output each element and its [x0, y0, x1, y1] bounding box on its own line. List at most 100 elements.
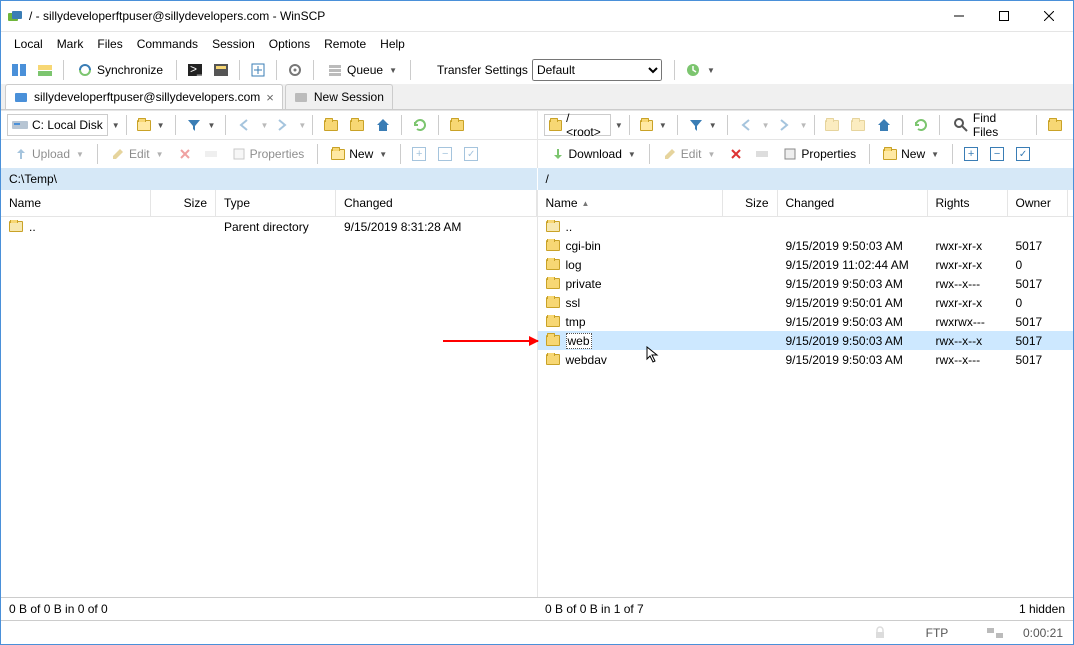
- find-files-button[interactable]: Find Files: [946, 113, 1030, 137]
- remote-nav-toolbar: / <root> ▼ ▼ ▼ ▼ ▼ Find Files: [537, 111, 1074, 139]
- menu-session[interactable]: Session: [205, 34, 262, 54]
- new-session-tab[interactable]: New Session: [285, 84, 393, 109]
- remote-col-changed[interactable]: Changed: [778, 190, 928, 216]
- pageant-button[interactable]: [209, 58, 233, 82]
- remote-check[interactable]: ✓: [1011, 142, 1035, 166]
- local-disk-combo[interactable]: C: Local Disk: [7, 114, 108, 136]
- remote-new-button[interactable]: New▼: [876, 142, 946, 166]
- download-button[interactable]: Download▼: [544, 142, 643, 166]
- remote-parent[interactable]: [820, 113, 844, 137]
- local-open-folder[interactable]: ▼: [133, 113, 169, 137]
- local-bookmark[interactable]: [445, 113, 469, 137]
- toggle-auto-button[interactable]: ▼: [681, 58, 719, 82]
- remote-delete-button[interactable]: [724, 142, 748, 166]
- local-properties-button[interactable]: Properties: [225, 142, 312, 166]
- remote-back[interactable]: [734, 113, 758, 137]
- local-home[interactable]: [371, 113, 395, 137]
- new-session-button[interactable]: [246, 58, 270, 82]
- local-rename-button[interactable]: [199, 142, 223, 166]
- session-tab-active[interactable]: sillydeveloperftpuser@sillydevelopers.co…: [5, 84, 283, 109]
- transfer-settings-select[interactable]: Default: [532, 59, 662, 81]
- menu-options[interactable]: Options: [262, 34, 317, 54]
- local-col-size[interactable]: Size: [151, 190, 216, 216]
- list-item[interactable]: ..: [538, 217, 1074, 236]
- remote-minus[interactable]: −: [985, 142, 1009, 166]
- remote-forward[interactable]: [772, 113, 796, 137]
- remote-refresh[interactable]: [909, 113, 933, 137]
- local-forward[interactable]: [270, 113, 294, 137]
- local-edit-button[interactable]: Edit▼: [104, 142, 171, 166]
- local-new-button[interactable]: New▼: [324, 142, 394, 166]
- local-col-name[interactable]: Name: [1, 190, 151, 216]
- local-delete-button[interactable]: [173, 142, 197, 166]
- close-button[interactable]: [1026, 2, 1071, 31]
- menu-mark[interactable]: Mark: [50, 34, 91, 54]
- synchronize-button[interactable]: Synchronize: [70, 58, 170, 82]
- close-tab-icon[interactable]: ×: [266, 90, 274, 105]
- local-col-changed[interactable]: Changed: [336, 190, 537, 216]
- statusbar: FTP 0:00:21: [1, 620, 1073, 644]
- folder-icon: [546, 221, 560, 232]
- home-icon: [876, 117, 892, 133]
- remote-bookmark[interactable]: [1043, 113, 1067, 137]
- local-pane: Name Size Type Changed ..Parent director…: [1, 190, 538, 597]
- file-name: web: [566, 333, 592, 349]
- local-back[interactable]: [232, 113, 256, 137]
- list-item[interactable]: private9/15/2019 9:50:03 AMrwx--x---5017: [538, 274, 1074, 293]
- chevron-down-icon: ▼: [707, 66, 715, 75]
- delete-icon: [729, 147, 743, 161]
- list-item[interactable]: ssl9/15/2019 9:50:01 AMrwxr-xr-x0: [538, 293, 1074, 312]
- menu-commands[interactable]: Commands: [130, 34, 205, 54]
- list-item[interactable]: ..Parent directory9/15/2019 8:31:28 AM: [1, 217, 537, 236]
- remote-plus[interactable]: +: [959, 142, 983, 166]
- local-footer: 0 B of 0 B in 0 of 0: [1, 598, 537, 620]
- remote-path[interactable]: /: [538, 168, 1074, 190]
- lock-icon: [873, 626, 887, 640]
- local-col-type[interactable]: Type: [216, 190, 336, 216]
- remote-root-btn[interactable]: [846, 113, 870, 137]
- local-parent[interactable]: [319, 113, 343, 137]
- minimize-button[interactable]: [936, 2, 981, 31]
- local-nav-toolbar: C: Local Disk ▼ ▼ ▼ ▼ ▼: [1, 111, 537, 139]
- preferences-button[interactable]: [283, 58, 307, 82]
- menu-help[interactable]: Help: [373, 34, 412, 54]
- remote-pane: Name▲ Size Changed Rights Owner ..cgi-bi…: [538, 190, 1074, 597]
- list-item[interactable]: log9/15/2019 11:02:44 AMrwxr-xr-x0: [538, 255, 1074, 274]
- list-item[interactable]: tmp9/15/2019 9:50:03 AMrwxrwx---5017: [538, 312, 1074, 331]
- remote-root-combo[interactable]: / <root>: [544, 114, 611, 136]
- local-refresh[interactable]: [408, 113, 432, 137]
- remote-open-folder[interactable]: ▼: [636, 113, 671, 137]
- remote-home[interactable]: [872, 113, 896, 137]
- local-root[interactable]: [345, 113, 369, 137]
- list-item-selected[interactable]: web9/15/2019 9:50:03 AMrwx--x--x5017: [538, 331, 1074, 350]
- menu-remote[interactable]: Remote: [317, 34, 373, 54]
- titlebar: / - sillydeveloperftpuser@sillydeveloper…: [1, 1, 1073, 31]
- remote-edit-button[interactable]: Edit▼: [656, 142, 723, 166]
- sort-asc-icon: ▲: [582, 199, 590, 208]
- list-item[interactable]: cgi-bin9/15/2019 9:50:03 AMrwxr-xr-x5017: [538, 236, 1074, 255]
- remote-col-name[interactable]: Name▲: [538, 190, 723, 216]
- local-filter[interactable]: ▼: [182, 113, 220, 137]
- remote-properties-button[interactable]: Properties: [776, 142, 863, 166]
- sync-browse-button[interactable]: [7, 58, 31, 82]
- local-plus[interactable]: +: [407, 142, 431, 166]
- folder-icon: [9, 221, 23, 232]
- download-icon: [551, 147, 565, 161]
- menu-local[interactable]: Local: [7, 34, 50, 54]
- list-item[interactable]: webdav9/15/2019 9:50:03 AMrwx--x---5017: [538, 350, 1074, 369]
- compare-button[interactable]: [33, 58, 57, 82]
- remote-rename-button[interactable]: [750, 142, 774, 166]
- local-check[interactable]: ✓: [459, 142, 483, 166]
- menu-files[interactable]: Files: [90, 34, 129, 54]
- remote-col-size[interactable]: Size: [723, 190, 778, 216]
- remote-col-rights[interactable]: Rights: [928, 190, 1008, 216]
- console-button[interactable]: >_: [183, 58, 207, 82]
- queue-button[interactable]: Queue ▼: [320, 58, 404, 82]
- upload-button[interactable]: Upload▼: [7, 142, 91, 166]
- remote-filter[interactable]: ▼: [684, 113, 721, 137]
- local-path[interactable]: C:\Temp\: [1, 168, 537, 190]
- local-minus[interactable]: −: [433, 142, 457, 166]
- window-title: / - sillydeveloperftpuser@sillydeveloper…: [29, 9, 936, 23]
- remote-col-owner[interactable]: Owner: [1008, 190, 1068, 216]
- maximize-button[interactable]: [981, 2, 1026, 31]
